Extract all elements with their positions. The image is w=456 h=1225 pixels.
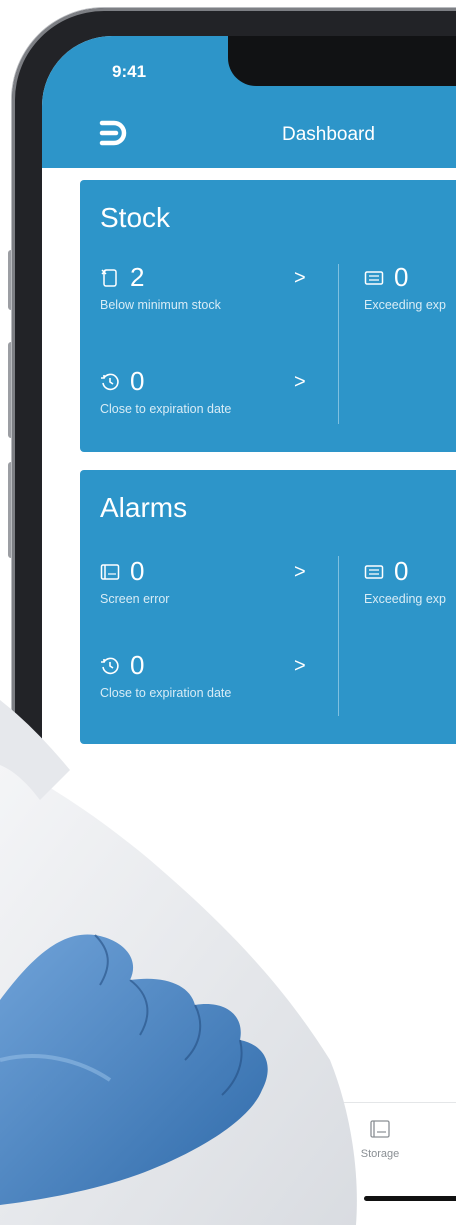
- stat-label: Below minimum stock: [100, 298, 221, 312]
- alarms-card: Alarms 0 > Screen error 0 > Close to exp…: [80, 470, 456, 744]
- page-title: Dashboard: [282, 124, 375, 145]
- app-screenshot: 9:41 Dashboard Stock 2 > Below minimum s…: [0, 0, 456, 1225]
- stat-value: 0: [394, 262, 409, 292]
- chevron-right-icon: >: [294, 655, 306, 677]
- card-title: Alarms: [100, 492, 188, 523]
- tab-label: Storage: [360, 1148, 400, 1160]
- monitor-card-icon: [364, 268, 384, 288]
- stat-label: Screen error: [100, 592, 170, 606]
- stock-card: Stock 2 > Below minimum stock 0 > Close …: [80, 180, 456, 452]
- screen-error-icon: [100, 562, 120, 582]
- stat-value: 0: [394, 556, 409, 586]
- stat-value: 2: [130, 262, 145, 292]
- card-title: Stock: [100, 202, 171, 233]
- tab-storage[interactable]: Storage: [350, 1120, 410, 1180]
- screen-error-stat[interactable]: 0 > Screen error: [100, 556, 320, 616]
- chevron-right-icon: >: [294, 561, 306, 583]
- stat-value: 0: [130, 556, 145, 586]
- phone-screen: 9:41 Dashboard Stock 2 > Below minimum s…: [42, 36, 456, 1225]
- stat-value: 0: [130, 366, 145, 396]
- stat-label: Exceeding exp: [364, 298, 447, 312]
- chevron-right-icon: >: [294, 267, 306, 289]
- document-x-icon: [100, 268, 120, 288]
- close-to-expiration-stat[interactable]: 0 > Close to expiration date: [100, 366, 320, 426]
- close-to-expiration-stat[interactable]: 0 > Close to expiration date: [100, 650, 320, 710]
- stat-label: Close to expiration date: [100, 402, 232, 416]
- brand-d-logo-icon[interactable]: [98, 119, 128, 147]
- phone-notch: [228, 36, 456, 86]
- tabbar-divider: [42, 1102, 456, 1103]
- history-clock-icon: [100, 656, 120, 676]
- stat-label: Close to expiration date: [100, 686, 232, 700]
- home-indicator: [364, 1196, 456, 1201]
- below-minimum-stock-stat[interactable]: 2 > Below minimum stock: [100, 262, 320, 322]
- history-clock-icon: [100, 372, 120, 392]
- stat-divider: [338, 556, 339, 716]
- monitor-card-icon: [364, 562, 384, 582]
- app-header: 9:41 Dashboard: [42, 36, 456, 168]
- stat-divider: [338, 264, 339, 424]
- status-time: 9:41: [112, 62, 147, 81]
- stat-value: 0: [130, 650, 145, 680]
- exceeding-expiration-stat[interactable]: 0 Exceeding exp: [364, 262, 456, 322]
- stat-label: Exceeding exp: [364, 592, 447, 606]
- chevron-right-icon: >: [294, 371, 306, 393]
- phone-frame: 9:41 Dashboard Stock 2 > Below minimum s…: [12, 8, 456, 1225]
- storage-box-icon: [370, 1120, 390, 1138]
- exceeding-expiration-stat[interactable]: 0 Exceeding exp: [364, 556, 456, 616]
